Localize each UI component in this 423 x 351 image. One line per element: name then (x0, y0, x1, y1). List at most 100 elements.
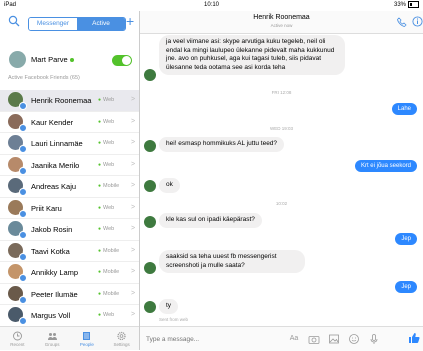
my-profile-row: Mart Parve (0, 47, 139, 72)
chevron-right-icon: > (131, 96, 136, 103)
friend-row[interactable]: Margus Voll Web > (0, 305, 139, 327)
friend-status: Web (98, 97, 114, 103)
chevron-right-icon: > (131, 246, 136, 254)
friends-toolbar: Messenger Active + (0, 11, 139, 33)
avatar (144, 69, 156, 81)
avatar (144, 262, 156, 274)
tab-label: People (79, 342, 94, 347)
friend-status: Web (98, 226, 114, 232)
friend-name: Andreas Kaju (31, 182, 77, 191)
my-name-label: Mart Parve (31, 55, 68, 64)
status-bar: iPad 10:10 33% (0, 0, 423, 11)
friend-name: Jaanika Merilo (31, 160, 80, 170)
tab-label: Settings (113, 342, 130, 347)
friend-row[interactable]: Andreas Kaju Mobile > (0, 176, 139, 198)
friend-status: Web (98, 140, 114, 146)
friend-status: Mobile (98, 183, 119, 189)
chevron-right-icon: > (131, 311, 136, 318)
section-title: Active Facebook Friends (65) (8, 75, 80, 81)
avatar (144, 180, 156, 192)
friend-status: Mobile (98, 248, 119, 254)
like-icon[interactable] (408, 332, 420, 344)
friend-row[interactable]: Taavi Kotka Mobile > (0, 241, 139, 262)
battery-icon (408, 0, 419, 8)
chevron-right-icon: > (131, 268, 136, 275)
people-list-icon (83, 332, 91, 340)
timestamp: WED 19:03 (269, 126, 293, 131)
image-icon[interactable] (328, 333, 340, 345)
chevron-right-icon: > (131, 139, 136, 146)
friend-status: Web (98, 162, 114, 168)
chevron-right-icon: > (131, 203, 136, 211)
conversation-header: Henrik Roonemaa Active now (140, 11, 423, 34)
tab-active[interactable]: Active (77, 18, 125, 30)
bottom-tab-bar: Recent Groups People Settings (0, 326, 139, 350)
tab-settings[interactable]: Settings (104, 327, 139, 350)
chevron-right-icon: > (131, 117, 136, 125)
clock: 10:10 (203, 2, 219, 8)
chevron-right-icon: > (131, 289, 136, 297)
contact-status: Active now (270, 23, 293, 28)
messenger-badge-icon (19, 166, 27, 175)
friend-row[interactable]: Henrik Roonemaa Web > (0, 90, 139, 112)
tab-label: Groups (44, 342, 60, 347)
battery-label: 33% (393, 2, 406, 8)
message-bubble[interactable]: Krt ei jõua seekord (354, 160, 417, 172)
friend-row[interactable]: Annikky Lamp Mobile > (0, 262, 139, 284)
message-bubble[interactable]: ja veel viimane asi: skype arvutiga kuku… (159, 35, 345, 75)
friend-row[interactable]: Lauri Linnamäe Web > (0, 133, 139, 155)
message-bubble[interactable]: hei! esmasp hommikuks AL juttu teed? (159, 137, 285, 152)
contact-name[interactable]: Henrik Roonemaa (140, 14, 423, 21)
avatar (144, 301, 156, 313)
phone-icon[interactable] (397, 17, 407, 27)
message-thread: ja veel viimane asi: skype arvutiga kuku… (140, 34, 423, 326)
message-bubble[interactable]: kle kas sul on ipadi käepärast? (159, 213, 262, 228)
friend-row[interactable]: Jaanika Merilo Web > (0, 155, 139, 176)
emoji-icon[interactable] (348, 333, 360, 345)
message-composer: Aa (140, 326, 423, 351)
friend-name: Henrik Roonemaa (31, 96, 92, 105)
friend-row[interactable]: Peeter Ilumäe Mobile > (0, 284, 139, 305)
friend-status: Mobile (98, 291, 119, 297)
chevron-right-icon: > (131, 182, 136, 189)
friends-list: Henrik RoonemaaWeb>Kaur KenderWeb>Lauri … (0, 90, 139, 348)
friend-row[interactable]: Jakob Rosin Web > (0, 219, 139, 241)
info-icon[interactable] (412, 16, 423, 27)
new-message-button[interactable]: + (126, 14, 134, 28)
message-bubble[interactable]: ok (159, 178, 180, 193)
messenger-badge-icon (19, 145, 27, 153)
message-bubble[interactable]: Jep (395, 281, 417, 293)
microphone-icon[interactable] (368, 333, 380, 345)
friend-row[interactable]: Priit Karu Web > (0, 198, 139, 219)
message-input[interactable] (144, 333, 288, 346)
tab-recent[interactable]: Recent (0, 327, 35, 350)
friend-name: Annikky Lamp (31, 268, 79, 277)
messenger-badge-icon (19, 295, 27, 304)
active-status-toggle[interactable] (112, 55, 132, 66)
online-dot (69, 58, 74, 63)
tab-groups[interactable]: Groups (35, 327, 70, 350)
message-bubble[interactable]: Lahe (391, 103, 417, 115)
battery-status: 33% (394, 0, 419, 11)
friend-status: Web (98, 312, 114, 318)
messenger-badge-icon (19, 123, 27, 132)
friend-row[interactable]: Kaur Kender Web > (0, 112, 139, 133)
message-bubble[interactable]: saaksid sa teha uuest fb messengerist sc… (159, 250, 305, 273)
tab-people[interactable]: People (70, 327, 105, 350)
tab-label: Recent (10, 342, 25, 347)
sent-from-label: Sent from web (159, 317, 189, 322)
timestamp: 10:02 (275, 201, 288, 206)
search-icon[interactable] (8, 15, 20, 27)
friend-name: Priit Karu (31, 203, 62, 213)
friend-status: Mobile (98, 269, 119, 275)
message-bubble[interactable]: ty (159, 299, 179, 314)
friend-name: Margus Voll (31, 311, 71, 320)
gear-icon (117, 331, 126, 341)
text-style-button[interactable]: Aa (288, 333, 300, 345)
tab-messenger[interactable]: Messenger (29, 18, 77, 30)
avatar (9, 51, 26, 68)
friend-status: Web (98, 119, 114, 125)
messenger-badge-icon (19, 102, 27, 110)
message-bubble[interactable]: Jep (395, 233, 417, 245)
camera-icon[interactable] (308, 333, 320, 345)
